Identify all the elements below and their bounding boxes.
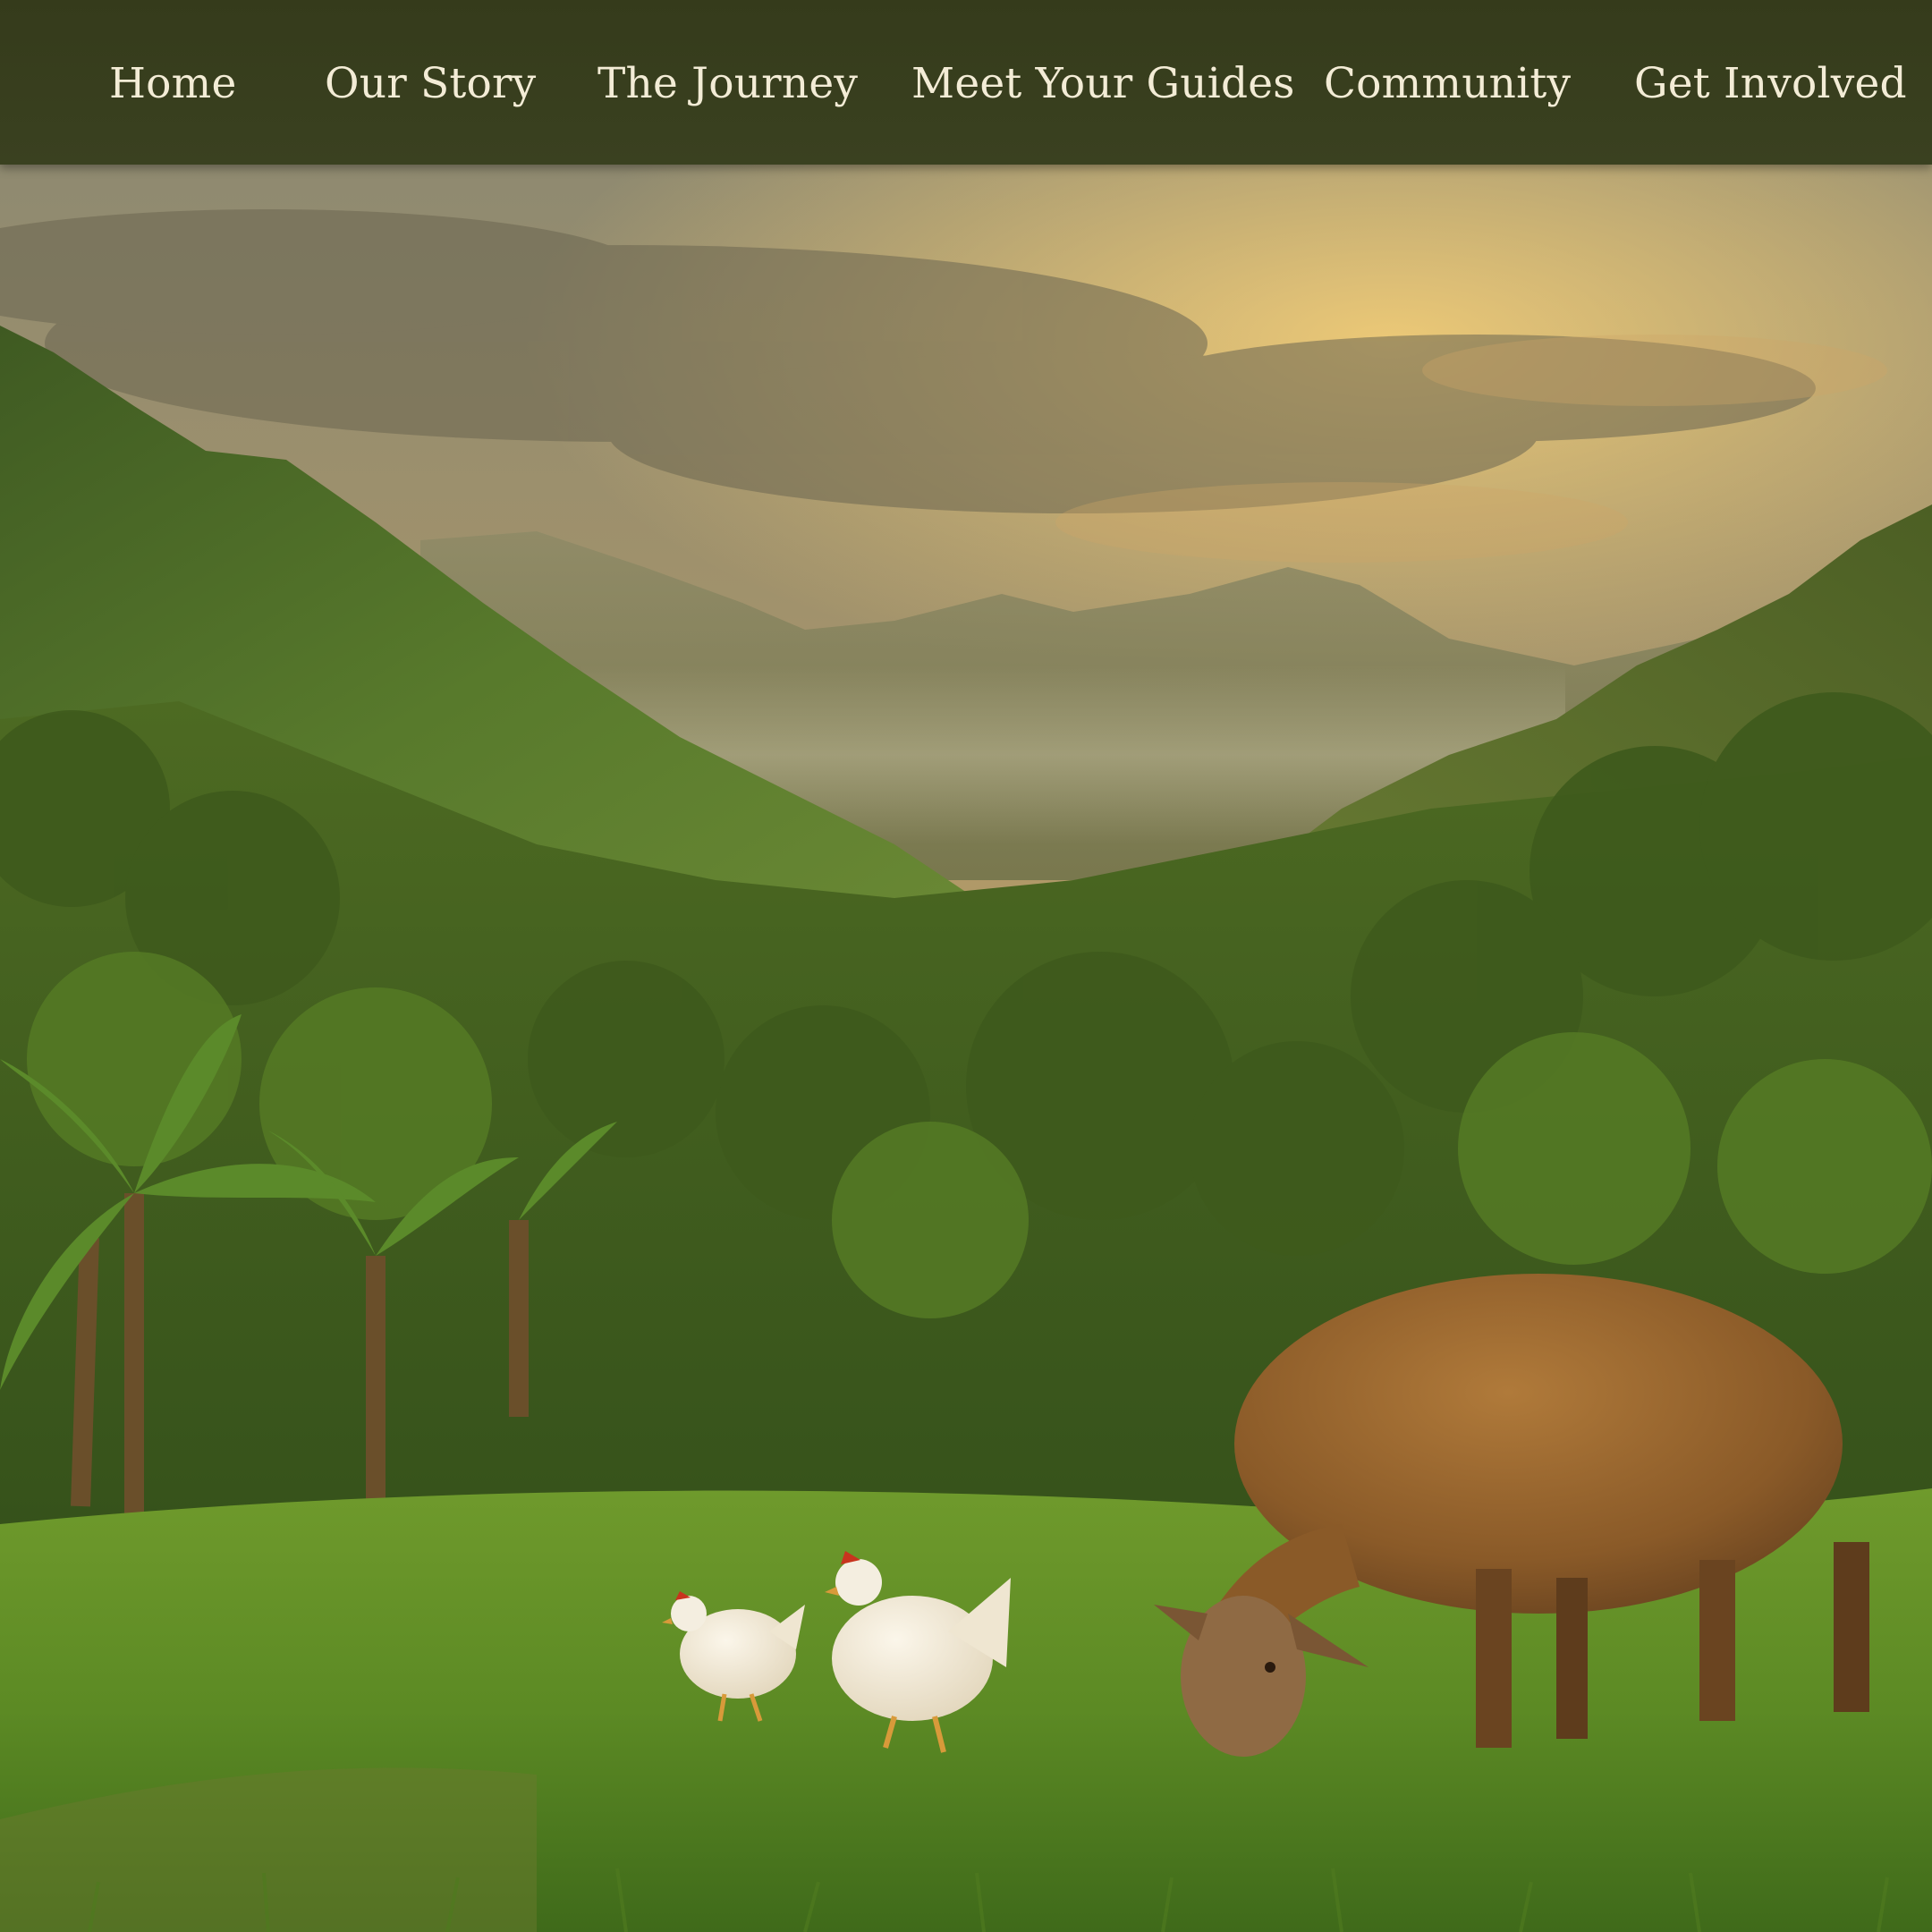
nav-menu: Home Our Story The Journey Meet Your Gui…	[0, 0, 1932, 165]
nav-link-the-journey[interactable]: The Journey	[597, 50, 858, 118]
nav-link-meet-your-guides[interactable]: Meet Your Guides	[911, 50, 1295, 118]
valley-scene-illustration	[0, 165, 1932, 1932]
page: Home Our Story The Journey Meet Your Gui…	[0, 0, 1932, 1932]
nav-link-home[interactable]: Home	[109, 50, 236, 118]
top-navigation-bar: Home Our Story The Journey Meet Your Gui…	[0, 0, 1932, 165]
nav-link-get-involved[interactable]: Get Involved	[1634, 50, 1907, 118]
hero-landscape-image	[0, 165, 1932, 1932]
nav-link-community[interactable]: Community	[1324, 50, 1571, 118]
nav-link-our-story[interactable]: Our Story	[325, 50, 536, 118]
